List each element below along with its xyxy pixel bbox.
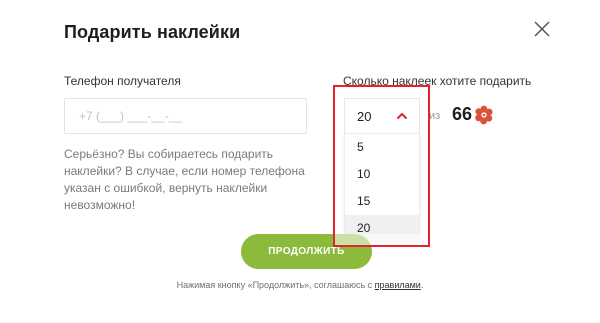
sticker-count-dropdown: 5 10 15 20: [344, 133, 420, 242]
sticker-count-label: Сколько наклеек хотите подарить: [343, 74, 532, 88]
gift-stickers-modal: Подарить наклейки Телефон получателя Ско…: [0, 0, 600, 323]
dropdown-option[interactable]: 10: [345, 161, 419, 188]
terms-suffix: .: [420, 280, 424, 290]
dropdown-option[interactable]: 15: [345, 188, 419, 215]
phone-label: Телефон получателя: [64, 74, 181, 88]
dropdown-option[interactable]: 5: [345, 134, 419, 161]
sticker-count-value: 20: [357, 109, 372, 124]
warning-text: Серьёзно? Вы собираетесь подарить наклей…: [64, 147, 305, 212]
continue-button[interactable]: ПРОДОЛЖИТЬ: [241, 234, 372, 269]
sticker-icon: [475, 105, 493, 125]
close-icon[interactable]: [533, 20, 551, 38]
available-sticker-count: 66: [452, 104, 473, 124]
terms-prefix: Нажимая кнопку «Продолжить», соглашаюсь …: [176, 280, 373, 290]
terms-note: Нажимая кнопку «Продолжить», соглашаюсь …: [0, 280, 600, 290]
chevron-up-icon: [397, 113, 407, 119]
of-label: из: [429, 110, 441, 122]
terms-link[interactable]: правилами: [375, 280, 421, 290]
phone-input[interactable]: [64, 98, 307, 134]
modal-title: Подарить наклейки: [64, 22, 241, 42]
sticker-count-select[interactable]: 20: [344, 98, 420, 134]
